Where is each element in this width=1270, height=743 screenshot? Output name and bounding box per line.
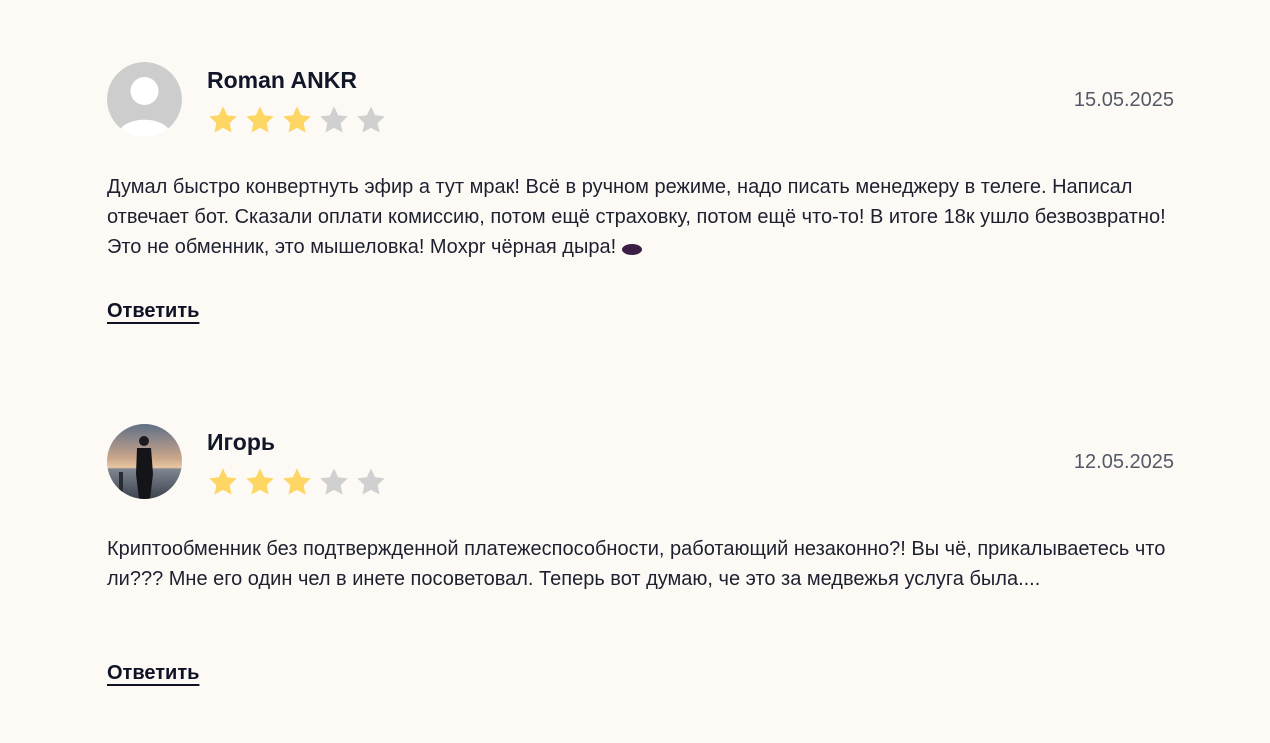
review-text: Криптообменник без подтвержденной платеж… — [107, 538, 1166, 590]
star-empty-icon — [357, 468, 385, 495]
review-text-block: Думал быстро конвертнуть эфир а тут мрак… — [107, 172, 1174, 262]
reply-link[interactable]: Ответить — [107, 300, 199, 323]
star-filled-icon — [283, 468, 311, 495]
star-filled-icon — [209, 106, 237, 133]
rating-stars — [206, 104, 388, 136]
user-photo-avatar — [107, 424, 182, 499]
review-text-block: Криптообменник без подтвержденной платеж… — [107, 534, 1174, 594]
star-empty-icon — [320, 106, 348, 133]
star-empty-icon — [357, 106, 385, 133]
star-filled-icon — [246, 106, 274, 133]
review-author: Игорь — [207, 429, 276, 455]
review-date: 12.05.2025 — [1073, 451, 1174, 473]
star-filled-icon — [209, 468, 237, 495]
review-date: 15.05.2025 — [1073, 89, 1174, 111]
default-avatar-icon — [107, 62, 182, 137]
star-filled-icon — [246, 468, 274, 495]
star-filled-icon — [283, 106, 311, 133]
hole-emoji-icon — [622, 244, 643, 256]
review-author: Roman ANKR — [207, 67, 357, 93]
star-empty-icon — [320, 468, 348, 495]
reply-link[interactable]: Ответить — [107, 662, 199, 685]
rating-stars — [206, 466, 388, 498]
